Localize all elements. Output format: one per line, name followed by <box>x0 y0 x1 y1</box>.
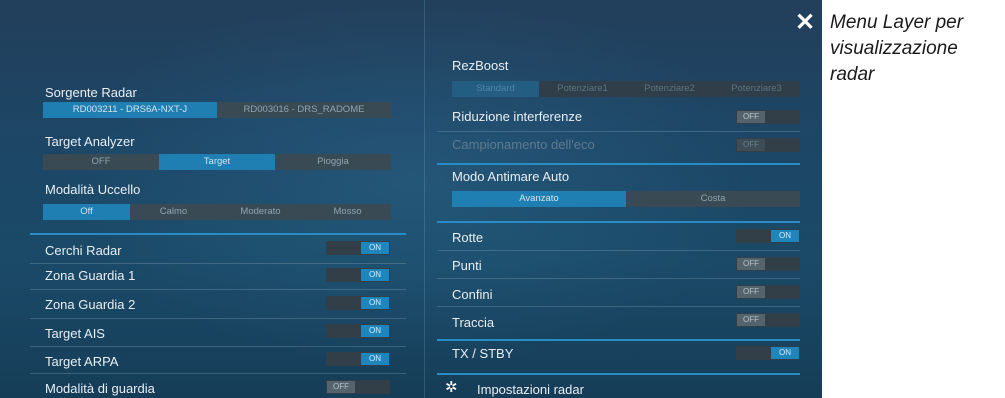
caption-line-2: visualizzazione <box>830 38 958 59</box>
row-divider <box>30 263 406 264</box>
zona-guardia-2-toggle[interactable]: ON <box>326 296 390 310</box>
rotte-label: Rotte <box>452 230 484 245</box>
caption-line-3: radar <box>830 64 875 85</box>
sorgente-radar-label: Sorgente Radar <box>45 85 137 100</box>
cerchi-radar-toggle[interactable]: ON <box>326 241 390 255</box>
section-divider <box>30 233 406 235</box>
row-divider <box>30 289 406 290</box>
figure-caption: Menu Layer per visualizzazione radar <box>830 10 1005 88</box>
campionamento-eco-toggle[interactable]: OFF <box>736 138 800 152</box>
target-arpa-label: Target ARPA <box>45 354 119 369</box>
traccia-toggle[interactable]: OFF <box>736 313 800 327</box>
toggle-state: ON <box>771 230 799 242</box>
row-divider <box>437 131 800 132</box>
rezboost-option-potenziare3[interactable]: Potenziare3 <box>713 81 800 97</box>
modalita-uccello-option-calmo[interactable]: Calmo <box>130 204 217 220</box>
row-divider <box>437 306 800 307</box>
gear-icon: ✲ <box>445 379 458 396</box>
target-analyzer-selector: OFF Target Pioggia <box>43 154 391 170</box>
rotte-toggle[interactable]: ON <box>736 229 800 243</box>
zona-guardia-1-toggle[interactable]: ON <box>326 268 390 282</box>
antimare-option-avanzato[interactable]: Avanzato <box>452 191 626 207</box>
sorgente-radar-option-2[interactable]: RD003016 - DRS_RADOME <box>217 102 391 118</box>
modalita-guardia-label: Modalità di guardia <box>45 381 155 396</box>
cerchi-radar-label: Cerchi Radar <box>45 243 122 258</box>
tx-stby-label: TX / STBY <box>452 346 514 361</box>
target-analyzer-option-off[interactable]: OFF <box>43 154 159 170</box>
section-divider <box>437 163 800 165</box>
tx-stby-toggle[interactable]: ON <box>736 346 800 360</box>
confini-label: Confini <box>452 287 493 302</box>
target-analyzer-label: Target Analyzer <box>45 134 135 149</box>
target-analyzer-option-target[interactable]: Target <box>159 154 275 170</box>
modalita-guardia-toggle[interactable]: OFF <box>326 380 390 394</box>
rezboost-option-potenziare1[interactable]: Potenziare1 <box>539 81 626 97</box>
sorgente-radar-option-1[interactable]: RD003211 - DRS6A-NXT-J <box>43 102 217 118</box>
toggle-state: OFF <box>737 286 765 298</box>
toggle-state: OFF <box>737 139 765 151</box>
modalita-uccello-selector: Off Calmo Moderato Mosso <box>43 204 391 220</box>
section-divider <box>437 339 800 341</box>
antimare-option-costa[interactable]: Costa <box>626 191 800 207</box>
toggle-state: ON <box>361 269 389 281</box>
toggle-state: ON <box>361 325 389 337</box>
caption-line-1: Menu Layer per <box>830 12 964 33</box>
row-divider <box>30 373 406 374</box>
zona-guardia-1-label: Zona Guardia 1 <box>45 268 136 283</box>
rezboost-option-potenziare2[interactable]: Potenziare2 <box>626 81 713 97</box>
toggle-state: ON <box>361 242 389 254</box>
punti-toggle[interactable]: OFF <box>736 257 800 271</box>
toggle-state: ON <box>361 353 389 365</box>
modalita-uccello-option-mosso[interactable]: Mosso <box>304 204 391 220</box>
modo-antimare-label: Modo Antimare Auto <box>452 169 570 184</box>
campionamento-eco-label: Campionamento dell'eco <box>452 137 595 152</box>
target-analyzer-option-pioggia[interactable]: Pioggia <box>275 154 391 170</box>
traccia-label: Traccia <box>452 315 495 330</box>
row-divider <box>30 318 406 319</box>
rezboost-label: RezBoost <box>452 58 509 73</box>
modalita-uccello-option-moderato[interactable]: Moderato <box>217 204 304 220</box>
toggle-state: ON <box>771 347 799 359</box>
confini-toggle[interactable]: OFF <box>736 285 800 299</box>
toggle-state: ON <box>361 297 389 309</box>
sorgente-radar-selector: RD003211 - DRS6A-NXT-J RD003016 - DRS_RA… <box>43 102 391 118</box>
modo-antimare-selector: Avanzato Costa <box>452 191 800 207</box>
row-divider <box>30 346 406 347</box>
row-divider <box>437 278 800 279</box>
modalita-uccello-label: Modalità Uccello <box>45 182 141 197</box>
target-ais-label: Target AIS <box>45 326 105 341</box>
toggle-state: OFF <box>737 111 765 123</box>
rezboost-selector: Standard Potenziare1 Potenziare2 Potenzi… <box>452 81 800 97</box>
punti-label: Punti <box>452 258 482 273</box>
radar-layer-menu: ✕ Sorgente Radar RD003211 - DRS6A-NXT-J … <box>0 0 822 398</box>
impostazioni-radar-label: Impostazioni radar <box>477 382 584 397</box>
modalita-uccello-option-off[interactable]: Off <box>43 204 130 220</box>
row-divider <box>437 250 800 251</box>
zona-guardia-2-label: Zona Guardia 2 <box>45 297 136 312</box>
target-ais-toggle[interactable]: ON <box>326 324 390 338</box>
toggle-state: OFF <box>737 314 765 326</box>
riduzione-interferenze-label: Riduzione interferenze <box>452 109 583 124</box>
section-divider <box>437 221 800 223</box>
target-arpa-toggle[interactable]: ON <box>326 352 390 366</box>
close-icon[interactable]: ✕ <box>794 11 816 35</box>
column-divider <box>424 0 425 398</box>
toggle-state: OFF <box>737 258 765 270</box>
rezboost-option-standard[interactable]: Standard <box>452 81 539 97</box>
riduzione-interferenze-toggle[interactable]: OFF <box>736 110 800 124</box>
section-divider <box>437 373 800 375</box>
toggle-state: OFF <box>327 381 355 393</box>
